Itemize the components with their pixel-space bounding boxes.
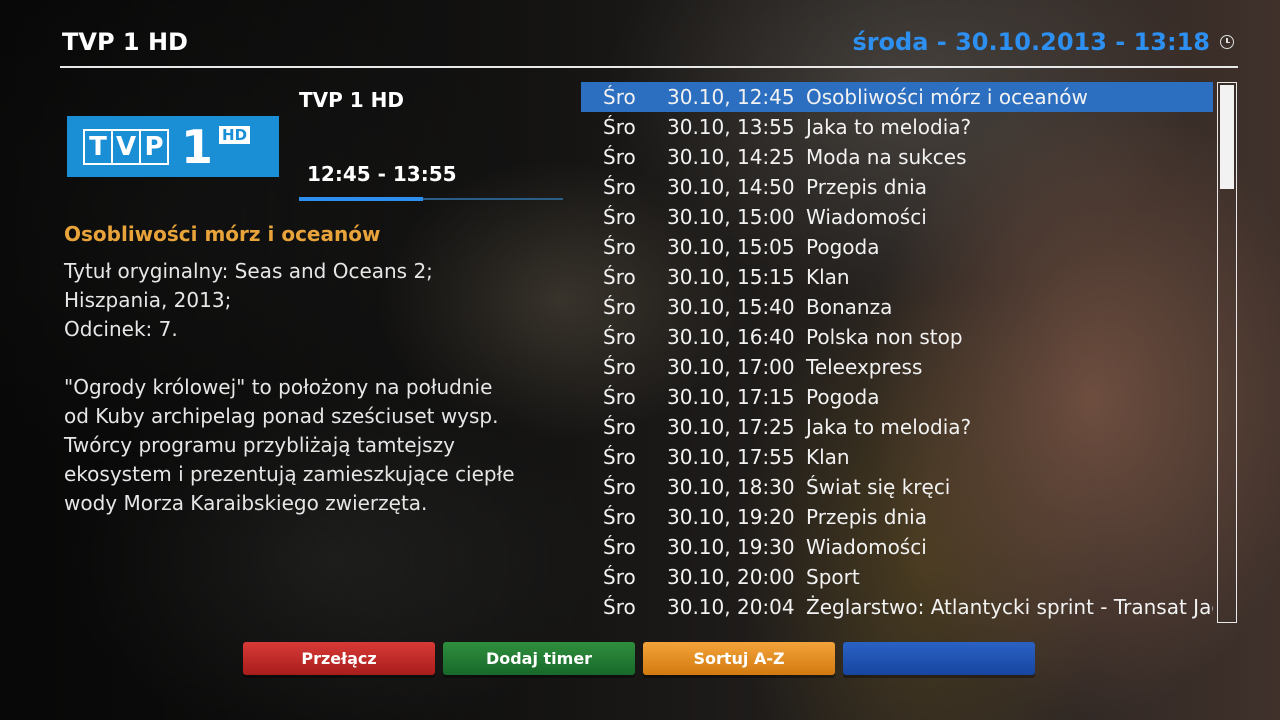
epg-row[interactable]: Śro 30.10, 17:55 Klan (581, 442, 1213, 472)
epg-program-title: Moda na sukces (806, 145, 967, 169)
epg-program-title: Przepis dnia (806, 505, 927, 529)
epg-program-title: Jaka to melodia? (806, 415, 972, 439)
epg-day: Śro (603, 85, 636, 109)
epg-scroll-thumb[interactable] (1220, 85, 1234, 189)
channel-title: TVP 1 HD (62, 28, 188, 56)
epg-day: Śro (603, 295, 636, 319)
green-button-add-timer[interactable]: Dodaj timer (443, 642, 635, 675)
epg-start-time: 30.10, 19:30 (667, 535, 795, 559)
epg-program-title: Polska non stop (806, 325, 963, 349)
event-title: Osobliwości mórz i oceanów (64, 222, 381, 246)
epg-day: Śro (603, 415, 636, 439)
epg-start-time: 30.10, 17:25 (667, 415, 795, 439)
epg-day: Śro (603, 235, 636, 259)
blue-button[interactable] (843, 642, 1035, 675)
epg-row[interactable]: Śro 30.10, 15:05 Pogoda (581, 232, 1213, 262)
epg-program-title: Pogoda (806, 235, 880, 259)
epg-start-time: 30.10, 17:00 (667, 355, 795, 379)
red-button-switch[interactable]: Przełącz (243, 642, 435, 675)
logo-number: 1 (181, 119, 214, 174)
channel-logo: T V P 1 HD (67, 116, 279, 177)
epg-day: Śro (603, 445, 636, 469)
epg-start-time: 30.10, 14:25 (667, 145, 795, 169)
yellow-button-sort[interactable]: Sortuj A-Z (643, 642, 835, 675)
epg-day: Śro (603, 145, 636, 169)
epg-day: Śro (603, 565, 636, 589)
epg-start-time: 30.10, 15:00 (667, 205, 795, 229)
epg-row[interactable]: Śro 30.10, 16:40 Polska non stop (581, 322, 1213, 352)
epg-start-time: 30.10, 17:15 (667, 385, 795, 409)
epg-row[interactable]: Śro 30.10, 13:55 Jaka to melodia? (581, 112, 1213, 142)
event-progress-fill (299, 197, 424, 201)
epg-program-title: Wiadomości (806, 535, 927, 559)
epg-program-title: Osobliwości mórz i oceanów (806, 85, 1088, 109)
logo-letter-p: P (139, 128, 169, 165)
logo-letter-v: V (111, 128, 141, 165)
epg-day: Śro (603, 475, 636, 499)
epg-row[interactable]: Śro 30.10, 20:04 Żeglarstwo: Atlantycki sp… (581, 592, 1213, 622)
clock-icon (1220, 35, 1234, 49)
epg-program-title: Teleexpress (806, 355, 923, 379)
epg-row[interactable]: Śro 30.10, 12:45 Osobliwości mórz i oceanó… (581, 82, 1213, 112)
logo-letter-t: T (83, 128, 113, 165)
event-description: Tytuł oryginalny: Seas and Oceans 2; His… (64, 259, 515, 515)
epg-program-title: Sport (806, 565, 860, 589)
current-datetime: środa - 30.10.2013 - 13:18 (852, 28, 1210, 56)
epg-start-time: 30.10, 15:40 (667, 295, 795, 319)
epg-row[interactable]: Śro 30.10, 14:25 Moda na sukces (581, 142, 1213, 172)
epg-scrollbar[interactable] (1217, 82, 1237, 623)
epg-row[interactable]: Śro 30.10, 17:25 Jaka to melodia? (581, 412, 1213, 442)
epg-row[interactable]: Śro 30.10, 15:15 Klan (581, 262, 1213, 292)
epg-start-time: 30.10, 19:20 (667, 505, 795, 529)
event-progress-bar (299, 197, 563, 201)
epg-program-title: Klan (806, 265, 850, 289)
epg-start-time: 30.10, 15:05 (667, 235, 795, 259)
header-divider (60, 66, 1238, 68)
epg-program-title: Wiadomości (806, 205, 927, 229)
epg-row[interactable]: Śro 30.10, 19:30 Wiadomości (581, 532, 1213, 562)
epg-start-time: 30.10, 12:45 (667, 85, 795, 109)
epg-day: Śro (603, 205, 636, 229)
epg-start-time: 30.10, 13:55 (667, 115, 795, 139)
epg-program-title: Żeglarstwo: Atlantycki sprint - Transat … (806, 595, 1213, 619)
epg-program-title: Pogoda (806, 385, 880, 409)
epg-program-title: Jaka to melodia? (806, 115, 972, 139)
epg-program-title: Bonanza (806, 295, 893, 319)
epg-start-time: 30.10, 16:40 (667, 325, 795, 349)
epg-program-title: Przepis dnia (806, 175, 927, 199)
epg-row[interactable]: Śro 30.10, 14:50 Przepis dnia (581, 172, 1213, 202)
epg-row[interactable]: Śro 30.10, 15:00 Wiadomości (581, 202, 1213, 232)
epg-day: Śro (603, 505, 636, 529)
epg-day: Śro (603, 595, 636, 619)
epg-day: Śro (603, 355, 636, 379)
epg-day: Śro (603, 115, 636, 139)
epg-row[interactable]: Śro 30.10, 15:40 Bonanza (581, 292, 1213, 322)
epg-row[interactable]: Śro 30.10, 20:00 Sport (581, 562, 1213, 592)
epg-day: Śro (603, 325, 636, 349)
epg-day: Śro (603, 385, 636, 409)
epg-program-title: Klan (806, 445, 850, 469)
epg-day: Śro (603, 175, 636, 199)
epg-start-time: 30.10, 15:15 (667, 265, 795, 289)
epg-start-time: 30.10, 20:00 (667, 565, 795, 589)
epg-day: Śro (603, 265, 636, 289)
epg-program-title: Świat się kręci (806, 475, 951, 499)
epg-start-time: 30.10, 20:04 (667, 595, 795, 619)
epg-start-time: 30.10, 17:55 (667, 445, 795, 469)
logo-hd-badge: HD (219, 126, 251, 144)
epg-row[interactable]: Śro 30.10, 19:20 Przepis dnia (581, 502, 1213, 532)
epg-row[interactable]: Śro 30.10, 18:30 Świat się kręci (581, 472, 1213, 502)
epg-start-time: 30.10, 18:30 (667, 475, 795, 499)
event-channel-name: TVP 1 HD (299, 88, 404, 112)
epg-list[interactable]: Śro 30.10, 12:45 Osobliwości mórz i oceanó… (581, 82, 1213, 625)
epg-day: Śro (603, 535, 636, 559)
epg-start-time: 30.10, 14:50 (667, 175, 795, 199)
epg-row[interactable]: Śro 30.10, 17:15 Pogoda (581, 382, 1213, 412)
epg-row[interactable]: Śro 30.10, 17:00 Teleexpress (581, 352, 1213, 382)
event-time-range: 12:45 - 13:55 (307, 162, 457, 186)
